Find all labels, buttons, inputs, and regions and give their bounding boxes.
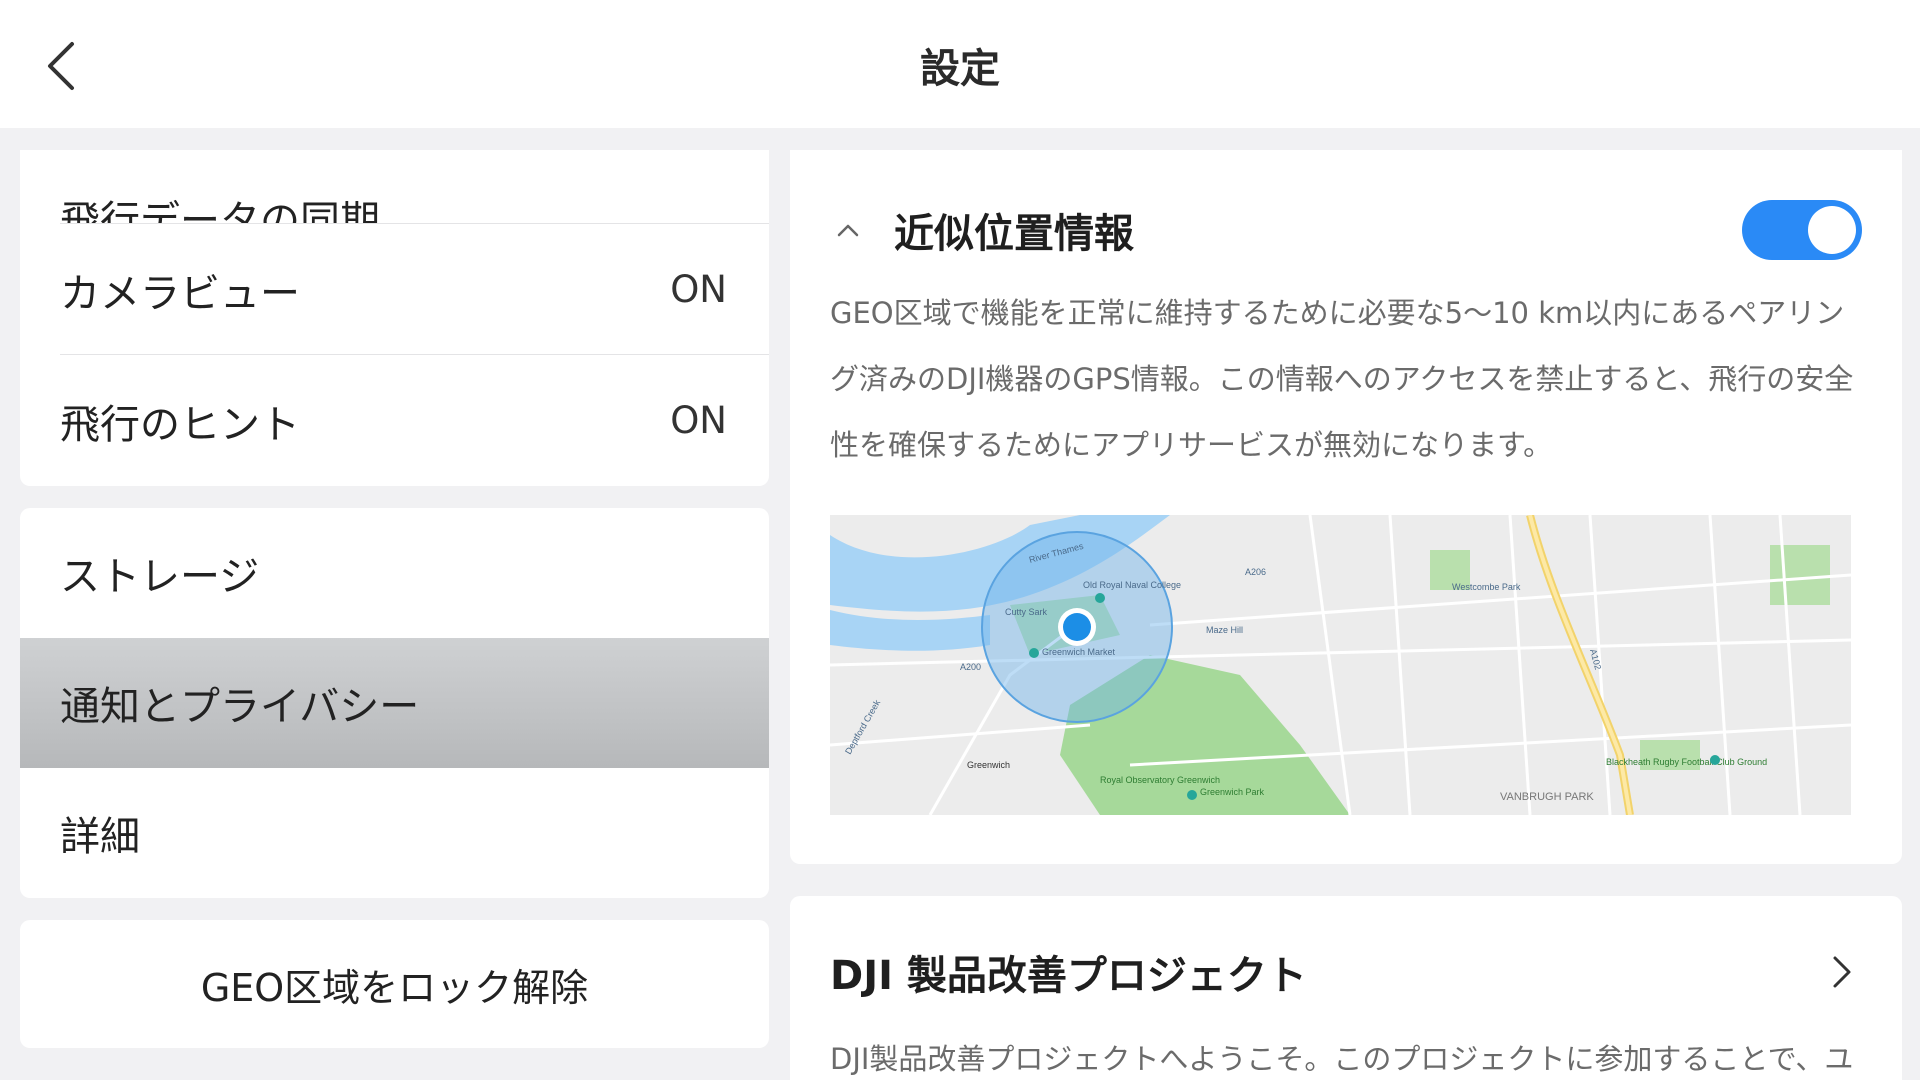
- unlock-geo-zone-label: GEO区域をロック解除: [200, 965, 589, 1010]
- settings-group-display: 飛行データの同期 カメラビュー ON 飛行のヒント ON: [20, 150, 769, 486]
- dji-improvement-project-card[interactable]: DJI 製品改善プロジェクト DJI製品改善プロジェクトへようこそ。このプロジェ…: [790, 896, 1902, 1080]
- settings-group-system: ストレージ 通知とプライバシー 詳細: [20, 508, 769, 898]
- sidebar-item-label: 飛行のヒント: [60, 401, 300, 448]
- map-graphic: River Thames Old Royal Naval College Cut…: [830, 515, 1851, 815]
- collapse-button[interactable]: [830, 212, 866, 248]
- dji-improvement-project-header: DJI 製品改善プロジェクト: [830, 932, 1862, 1012]
- map-label-a206: A206: [1245, 567, 1266, 577]
- camera-view-value: ON: [670, 268, 727, 311]
- sidebar-item-storage[interactable]: ストレージ: [20, 508, 769, 638]
- approximate-location-header: 近似位置情報: [830, 192, 1862, 268]
- map-label-maze-hill: Maze Hill: [1206, 625, 1243, 635]
- chevron-up-icon: [837, 224, 859, 237]
- approximate-location-toggle[interactable]: [1742, 200, 1862, 260]
- map-label-cutty-sark: Cutty Sark: [1005, 607, 1048, 617]
- toggle-knob: [1808, 206, 1856, 254]
- sidebar-item-camera-view[interactable]: カメラビュー ON: [20, 224, 769, 355]
- map-label-observatory: Royal Observatory Greenwich: [1100, 775, 1220, 785]
- page-title: 設定: [920, 46, 1000, 92]
- sidebar-item-advanced[interactable]: 詳細: [20, 768, 769, 898]
- map-label-park: Greenwich Park: [1200, 787, 1265, 797]
- map-label-westcombe: Westcombe Park: [1452, 582, 1521, 592]
- sidebar-item-label: 飛行データの同期: [60, 198, 380, 224]
- map-label-rugby: Blackheath Rugby Football Club Ground: [1606, 757, 1767, 767]
- chevron-right-icon: [1833, 956, 1851, 988]
- map-label-naval-college: Old Royal Naval College: [1083, 580, 1181, 590]
- sidebar-item-label: 詳細: [60, 814, 140, 860]
- sidebar-item-label: ストレージ: [60, 554, 260, 600]
- approximate-location-description: GEO区域で機能を正常に維持するために必要な5〜10 km以内にあるペアリング済…: [830, 296, 1854, 462]
- dji-improvement-project-description: DJI製品改善プロジェクトへようこそ。このプロジェクトに参加することで、ユ: [830, 1042, 1854, 1076]
- unlock-geo-zone-button[interactable]: GEO区域をロック解除: [20, 920, 769, 1048]
- location-map: River Thames Old Royal Naval College Cut…: [830, 515, 1851, 815]
- map-label-greenwich: Greenwich: [967, 760, 1010, 770]
- sidebar-item-label: カメラビュー: [60, 270, 300, 317]
- map-label-market: Greenwich Market: [1042, 647, 1116, 657]
- map-label-vanbrugh: VANBRUGH PARK: [1500, 791, 1594, 803]
- dji-improvement-project-title: DJI 製品改善プロジェクト: [830, 953, 1307, 999]
- sidebar-item-flight-tips[interactable]: 飛行のヒント ON: [20, 355, 769, 486]
- sidebar-item-flight-data-sync[interactable]: 飛行データの同期: [20, 150, 769, 224]
- approximate-location-card: 近似位置情報 GEO区域で機能を正常に維持するために必要な5〜10 km以内にあ…: [790, 150, 1902, 864]
- approximate-location-title: 近似位置情報: [894, 211, 1134, 257]
- top-bar: 設定: [0, 0, 1920, 128]
- dji-improvement-project-open[interactable]: [1822, 952, 1862, 992]
- sidebar-item-notifications-privacy[interactable]: 通知とプライバシー: [20, 638, 769, 768]
- map-label-a200: A200: [960, 662, 981, 672]
- sidebar-item-label: 通知とプライバシー: [60, 684, 420, 730]
- flight-tips-value: ON: [670, 399, 727, 442]
